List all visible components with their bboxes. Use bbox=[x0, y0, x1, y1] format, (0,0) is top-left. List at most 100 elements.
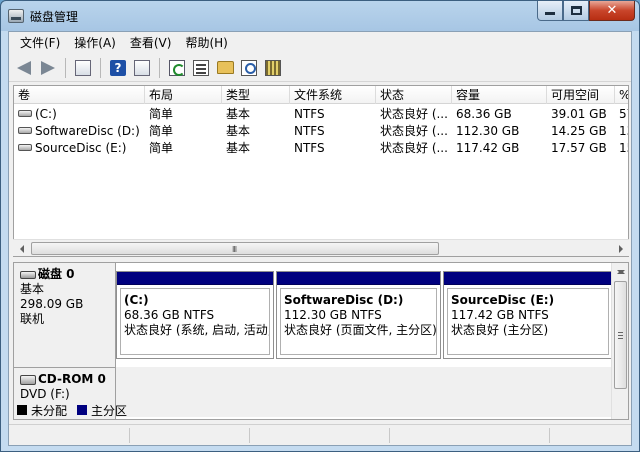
column-header-filesystem[interactable]: 文件系统 bbox=[290, 86, 376, 104]
title-bar[interactable]: 磁盘管理 ✕ bbox=[1, 1, 639, 31]
column-header-percent-free[interactable]: % 可 bbox=[615, 86, 628, 104]
partition-d[interactable]: SoftwareDisc (D:) 112.30 GB NTFS 状态良好 (页… bbox=[276, 271, 441, 359]
volume-name-cell: SoftwareDisc (D:) bbox=[14, 123, 145, 140]
partition-c-details: (C:) 68.36 GB NTFS 状态良好 (系统, 启动, 活动, bbox=[120, 288, 270, 355]
cdrom-0-type: DVD (F:) bbox=[20, 387, 70, 401]
show-panel-icon bbox=[134, 59, 150, 76]
type-cell: 基本 bbox=[226, 124, 251, 138]
scroll-right-icon bbox=[618, 244, 623, 253]
disk-icon bbox=[20, 270, 36, 279]
console-tree-button[interactable] bbox=[72, 57, 94, 79]
capacity-cell: 112.30 GB bbox=[456, 124, 520, 138]
scroll-grip-icon: III bbox=[232, 245, 237, 254]
table-row[interactable]: (C:) 简单 基本 NTFS 状态良好 (... 68.36 GB 39.01… bbox=[14, 106, 628, 123]
toolbar-separator bbox=[100, 57, 101, 78]
free-space-cell: 14.25 GB bbox=[551, 124, 607, 138]
percent-free-cell: 13 bbox=[619, 124, 628, 138]
cdrom-0-area[interactable] bbox=[116, 367, 613, 417]
legend-unallocated-swatch bbox=[17, 405, 27, 415]
properties-button[interactable] bbox=[190, 57, 212, 79]
back-button[interactable] bbox=[13, 57, 35, 79]
status-cell: 状态良好 (... bbox=[380, 107, 448, 121]
partition-status: 状态良好 (系统, 启动, 活动, bbox=[124, 323, 270, 337]
filesystem-cell: NTFS bbox=[294, 124, 325, 138]
legend: 未分配 主分区 bbox=[13, 402, 127, 418]
forward-button[interactable] bbox=[37, 57, 59, 79]
status-cell: 状态良好 (... bbox=[380, 124, 448, 138]
partition-status: 状态良好 (页面文件, 主分区) bbox=[284, 323, 437, 337]
open-button[interactable] bbox=[214, 57, 236, 79]
scroll-grip-icon bbox=[618, 332, 623, 339]
disk-settings-button[interactable] bbox=[262, 57, 284, 79]
table-row[interactable]: SourceDisc (E:) 简单 基本 NTFS 状态良好 (... 117… bbox=[14, 140, 628, 157]
volume-name-cell: (C:) bbox=[14, 106, 145, 123]
minimize-button[interactable] bbox=[537, 1, 563, 21]
show-panel-button[interactable] bbox=[131, 57, 153, 79]
properties-icon bbox=[193, 59, 209, 76]
explore-button[interactable] bbox=[238, 57, 260, 79]
toolbar-separator bbox=[159, 57, 160, 78]
column-header-status[interactable]: 状态 bbox=[376, 86, 452, 104]
layout-cell: 简单 bbox=[149, 141, 174, 155]
column-header-type[interactable]: 类型 bbox=[222, 86, 290, 104]
scroll-left-button[interactable] bbox=[13, 240, 30, 257]
menu-file[interactable]: 文件(F) bbox=[13, 34, 67, 51]
legend-primary-swatch bbox=[77, 405, 88, 415]
menu-help[interactable]: 帮助(H) bbox=[178, 34, 234, 51]
toolbar-separator bbox=[65, 57, 66, 78]
horizontal-scroll-thumb[interactable]: III bbox=[31, 242, 439, 255]
column-header-volume[interactable]: 卷 bbox=[14, 86, 145, 104]
disk-0-label[interactable]: 磁盘 0 基本 298.09 GB 联机 bbox=[14, 263, 116, 367]
disk-management-icon bbox=[8, 9, 24, 23]
disk-0-name-row: 磁盘 0 bbox=[20, 267, 109, 282]
status-separator bbox=[249, 428, 250, 443]
volume-name: SourceDisc (E:) bbox=[35, 141, 127, 155]
layout-cell: 简单 bbox=[149, 107, 174, 121]
scroll-right-button[interactable] bbox=[612, 240, 629, 257]
partition-c[interactable]: (C:) 68.36 GB NTFS 状态良好 (系统, 启动, 活动, bbox=[116, 271, 274, 359]
drive-icon bbox=[18, 144, 32, 151]
status-separator bbox=[389, 428, 390, 443]
scroll-down-button[interactable] bbox=[612, 263, 628, 280]
disk-management-window: 磁盘管理 ✕ 文件(F) 操作(A) 查看(V) 帮助(H) ? 卷 布局 类型… bbox=[0, 0, 640, 452]
maximize-icon bbox=[570, 6, 582, 15]
partition-name: SourceDisc (E:) bbox=[451, 293, 555, 307]
maximize-button[interactable] bbox=[563, 1, 589, 21]
type-cell: 基本 bbox=[226, 107, 251, 121]
console-tree-icon bbox=[75, 59, 91, 76]
disk-icon bbox=[265, 59, 281, 76]
caption-buttons: ✕ bbox=[537, 1, 635, 21]
column-header-free-space[interactable]: 可用空间 bbox=[547, 86, 615, 104]
table-row[interactable]: SoftwareDisc (D:) 简单 基本 NTFS 状态良好 (... 1… bbox=[14, 123, 628, 140]
horizontal-scrollbar[interactable]: III bbox=[13, 239, 629, 256]
volume-list: 卷 布局 类型 文件系统 状态 容量 可用空间 % 可 (C:) 简单 基本 N… bbox=[13, 85, 629, 257]
menu-action[interactable]: 操作(A) bbox=[67, 34, 123, 51]
minimize-icon bbox=[545, 12, 555, 15]
disk-0-size: 298.09 GB bbox=[20, 297, 84, 311]
help-icon: ? bbox=[110, 59, 126, 76]
vertical-scrollbar[interactable] bbox=[611, 263, 628, 419]
disk-0-type: 基本 bbox=[20, 282, 45, 296]
partition-name: SoftwareDisc (D:) bbox=[284, 293, 404, 307]
volume-name-cell: SourceDisc (E:) bbox=[14, 140, 145, 157]
refresh-icon bbox=[169, 59, 185, 76]
partition-size: 68.36 GB NTFS bbox=[124, 308, 215, 322]
free-space-cell: 39.01 GB bbox=[551, 107, 607, 121]
disk-0-status: 联机 bbox=[20, 312, 45, 326]
help-button[interactable]: ? bbox=[107, 57, 129, 79]
menu-view[interactable]: 查看(V) bbox=[123, 34, 179, 51]
partition-e[interactable]: SourceDisc (E:) 117.42 GB NTFS 状态良好 (主分区… bbox=[443, 271, 613, 359]
window-title: 磁盘管理 bbox=[30, 10, 79, 24]
partition-size: 112.30 GB NTFS bbox=[284, 308, 382, 322]
percent-free-cell: 57 bbox=[619, 107, 628, 121]
column-header-capacity[interactable]: 容量 bbox=[452, 86, 547, 104]
partition-e-details: SourceDisc (E:) 117.42 GB NTFS 状态良好 (主分区… bbox=[447, 288, 609, 355]
client-area: 文件(F) 操作(A) 查看(V) 帮助(H) ? 卷 布局 类型 文件系统 状… bbox=[8, 31, 632, 446]
vertical-scroll-thumb[interactable] bbox=[614, 281, 627, 389]
close-button[interactable]: ✕ bbox=[589, 1, 635, 21]
status-bar bbox=[9, 424, 631, 445]
refresh-button[interactable] bbox=[166, 57, 188, 79]
column-header-layout[interactable]: 布局 bbox=[145, 86, 222, 104]
partition-name: (C:) bbox=[124, 293, 149, 307]
cdrom-icon bbox=[20, 374, 36, 385]
